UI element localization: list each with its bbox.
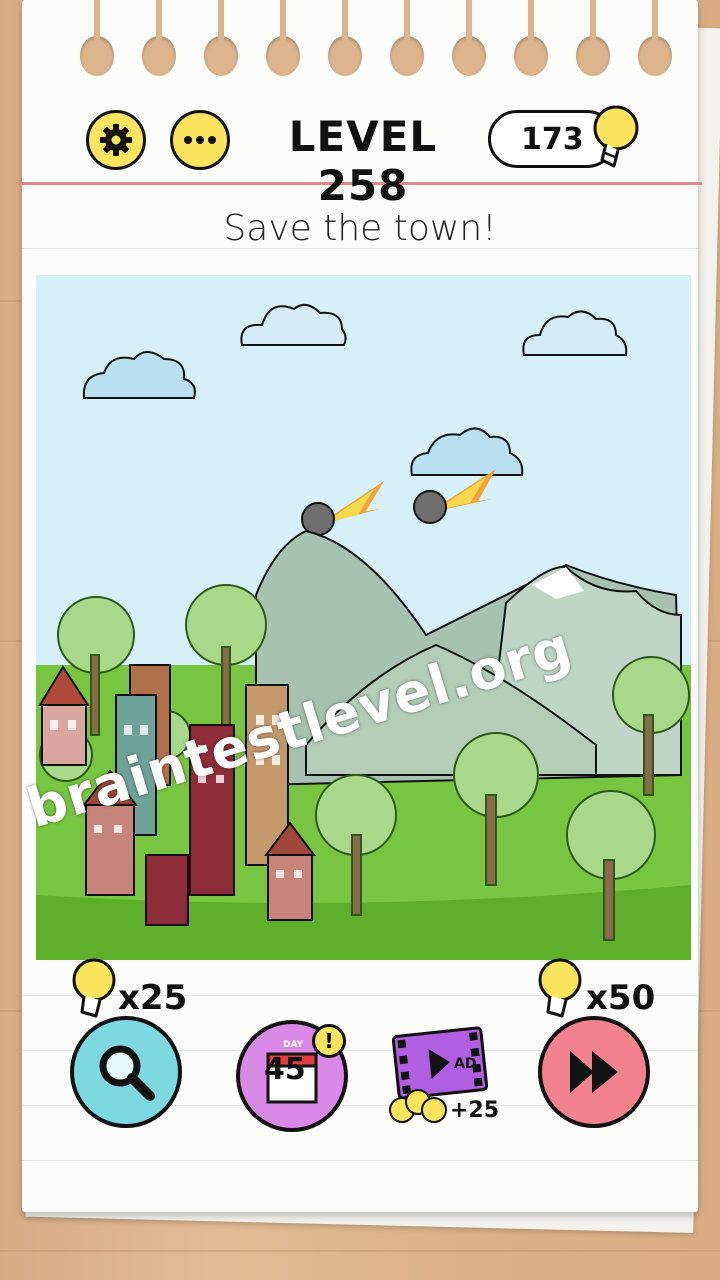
puzzle-instruction: Save the town! [223,208,497,249]
ad-reward: +25 [450,1098,500,1123]
ad-label: AD [454,1056,477,1072]
ruled-line [22,1160,698,1161]
level-title: LEVEL 258 [288,112,438,210]
lightbulb-icon [593,105,639,168]
daily-day-label: DAY [283,1040,304,1050]
binding-hole [266,0,300,76]
binding-hole [452,0,486,76]
settings-button[interactable] [86,110,146,170]
hints-count: 173 [521,121,584,157]
daily-day-number: 45 [264,1052,306,1087]
game-scene [36,275,691,960]
more-dots-icon [184,136,216,144]
daily-notification-badge: ! [312,1024,346,1058]
skip-level-button[interactable] [538,1016,650,1128]
binding-hole [514,0,548,76]
magnifier-icon [99,1045,155,1101]
menu-button[interactable] [170,110,230,170]
binding-hole [142,0,176,76]
binding-hole [390,0,424,76]
skip-cost: x50 [586,978,656,1018]
lightbulb-icon [538,958,582,1018]
hint-cost: x25 [118,978,188,1018]
lightbulb-icon [72,958,116,1018]
hint-button[interactable] [70,1016,182,1128]
binding-hole [204,0,238,76]
lightbulb-icon [389,1089,447,1123]
scene-illustration [36,275,691,960]
binding-hole [576,0,610,76]
fast-forward-icon [570,1051,618,1093]
binding-hole [80,0,114,76]
binding-hole [328,0,362,76]
gear-icon [100,124,132,156]
binding-hole [638,0,672,76]
